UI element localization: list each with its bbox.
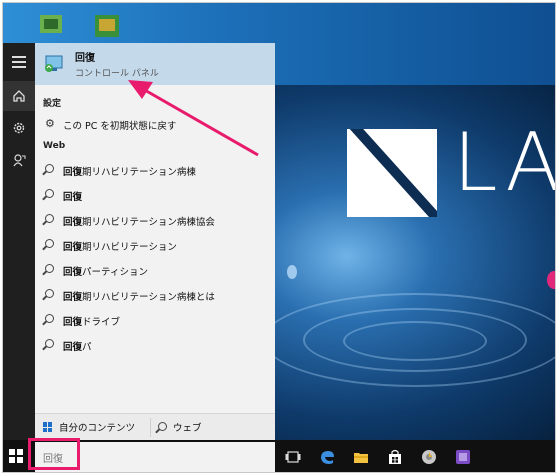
- suggestion-rest: ドライブ: [82, 317, 121, 328]
- search-highlight-box: [28, 438, 80, 470]
- desktop-icon[interactable]: [93, 13, 121, 39]
- web-suggestion-text: 回復パ: [63, 339, 92, 353]
- web-suggestion-text: 回復期リハビリテーション病棟とは: [63, 289, 215, 303]
- taskbar: 回復: [3, 440, 555, 472]
- brand-logo-mark: [347, 129, 437, 217]
- water-ripple: [343, 321, 487, 361]
- search-icon: [45, 264, 54, 273]
- query-match: 回復: [63, 267, 83, 278]
- web-suggestion[interactable]: 回復期リハビリテーション病棟とは: [35, 284, 275, 306]
- divider: [150, 418, 151, 437]
- store-icon[interactable]: [387, 449, 403, 465]
- task-view-icon[interactable]: [285, 449, 301, 465]
- app-launcher-icon[interactable]: [455, 449, 471, 465]
- web-label: ウェブ: [173, 423, 202, 434]
- query-match: 回復: [63, 292, 83, 303]
- query-match: 回復: [63, 167, 83, 178]
- web-suggestion[interactable]: 回復期リハビリテーション病棟: [35, 159, 275, 181]
- my-content-button[interactable]: 自分のコンテンツ: [43, 420, 135, 434]
- web-suggestion-text: 回復: [63, 189, 82, 203]
- web-suggestion-text: 回復ドライブ: [63, 314, 120, 328]
- file-explorer-icon[interactable]: [353, 449, 369, 465]
- top-result-subtitle: コントロール パネル: [75, 69, 159, 79]
- web-suggestion-text: 回復期リハビリテーション: [63, 239, 177, 253]
- top-result-recovery[interactable]: 回復 コントロール パネル: [35, 43, 275, 85]
- water-drop: [287, 265, 297, 279]
- search-filter-bar: 自分のコンテンツ ウェブ: [35, 413, 275, 441]
- search-icon: [155, 421, 169, 433]
- start-menu-rail: [3, 43, 35, 440]
- search-icon: [45, 314, 54, 323]
- query-match: 回復: [63, 317, 83, 328]
- my-content-label: 自分のコンテンツ: [59, 423, 136, 434]
- query-match: 回復: [63, 217, 83, 228]
- edge-browser-icon[interactable]: [319, 449, 335, 465]
- suggestion-rest: 期リハビリテーション病棟: [82, 167, 196, 178]
- control-panel-icon: [43, 53, 65, 75]
- search-icon: [45, 214, 54, 223]
- search-icon: [45, 289, 54, 298]
- media-player-icon[interactable]: [421, 449, 437, 465]
- query-match: 回復: [63, 192, 83, 203]
- suggestion-rest: 期リハビリテーション病棟協会: [82, 217, 215, 228]
- desktop-icon[interactable]: [37, 11, 65, 37]
- home-icon[interactable]: [3, 81, 35, 111]
- web-suggestion[interactable]: 回復: [35, 184, 275, 206]
- web-suggestion[interactable]: 回復パ: [35, 334, 275, 356]
- search-results-panel: 回復 コントロール パネル 設定 ⚙ この PC を初期状態に戻す Web 回復…: [35, 43, 275, 441]
- suggestion-rest: 期リハビリテーション病棟とは: [82, 292, 215, 303]
- settings-item-reset-pc[interactable]: ⚙ この PC を初期状態に戻す: [35, 113, 275, 135]
- web-heading: Web: [43, 141, 66, 151]
- suggestion-rest: パ: [82, 342, 92, 353]
- search-icon: [45, 239, 54, 248]
- web-suggestion[interactable]: 回復期リハビリテーション: [35, 234, 275, 256]
- brand-logo-text: LA: [453, 116, 556, 209]
- suggestion-rest: 期リハビリテーション: [82, 242, 177, 253]
- web-suggestion[interactable]: 回復ドライブ: [35, 309, 275, 331]
- query-match: 回復: [63, 242, 83, 253]
- query-match: 回復: [63, 342, 83, 353]
- flower-edge: [547, 271, 555, 289]
- windows-logo-icon: [43, 422, 53, 432]
- search-icon: [45, 339, 54, 348]
- suggestion-rest: パーティション: [82, 267, 148, 278]
- start-button-icon[interactable]: [9, 449, 23, 463]
- web-search-button[interactable]: ウェブ: [155, 420, 202, 434]
- gear-icon[interactable]: [3, 113, 35, 143]
- web-suggestion-text: 回復パーティション: [63, 264, 148, 278]
- web-suggestion[interactable]: 回復パーティション: [35, 259, 275, 281]
- search-icon: [45, 189, 54, 198]
- web-suggestion-text: 回復期リハビリテーション病棟協会: [63, 214, 215, 228]
- hamburger-menu-icon[interactable]: [3, 47, 35, 77]
- settings-heading: 設定: [43, 99, 62, 109]
- screen: LA 回復 コントロール パネル 設定 ⚙ この PC を初期状態に戻す Web…: [2, 2, 556, 473]
- top-result-title: 回復: [75, 53, 95, 64]
- gear-icon: ⚙: [45, 117, 55, 130]
- web-suggestion[interactable]: 回復期リハビリテーション病棟協会: [35, 209, 275, 231]
- web-suggestion-text: 回復期リハビリテーション病棟: [63, 164, 196, 178]
- feedback-person-icon[interactable]: [3, 145, 35, 175]
- settings-item-label: この PC を初期状態に戻す: [63, 121, 177, 132]
- search-icon: [45, 164, 54, 173]
